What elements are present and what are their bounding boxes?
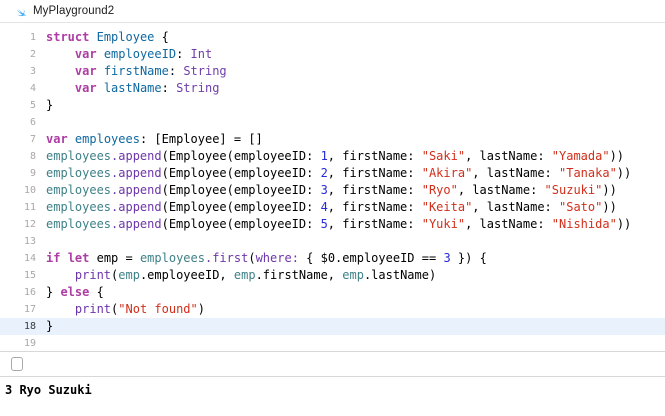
line-number[interactable]: 8 (0, 148, 36, 165)
line-number[interactable]: 17 (0, 301, 36, 318)
line-number[interactable]: 6 (0, 114, 36, 131)
code-line[interactable]: 5} (0, 97, 665, 114)
line-number[interactable]: 4 (0, 80, 36, 97)
code-line[interactable]: 14if let emp = employees.first(where: { … (0, 250, 665, 267)
line-number[interactable]: 3 (0, 63, 36, 80)
debug-bar (0, 352, 665, 376)
line-number[interactable]: 9 (0, 165, 36, 182)
line-number[interactable]: 14 (0, 250, 36, 267)
code-line[interactable]: 4 var lastName: String (0, 80, 665, 97)
code-line-text[interactable] (36, 114, 46, 131)
code-line[interactable]: 15 print(emp.employeeID, emp.firstName, … (0, 267, 665, 284)
console-output: 3 Ryo Suzuki (5, 383, 665, 397)
code-editor[interactable]: 1struct Employee {2 var employeeID: Int3… (0, 23, 665, 351)
line-number[interactable]: 19 (0, 335, 36, 351)
line-number[interactable]: 1 (0, 29, 36, 46)
swift-playground-icon (13, 5, 26, 18)
code-line-text[interactable] (36, 335, 46, 351)
code-line-text[interactable]: struct Employee { (36, 29, 169, 46)
code-line[interactable]: 1struct Employee { (0, 29, 665, 46)
code-line[interactable]: 7var employees: [Employee] = [] (0, 131, 665, 148)
titlebar: MyPlayground2 (0, 0, 665, 23)
code-line[interactable]: 16} else { (0, 284, 665, 301)
code-line[interactable]: 9employees.append(Employee(employeeID: 2… (0, 165, 665, 182)
code-line-text[interactable]: employees.append(Employee(employeeID: 5,… (36, 216, 631, 233)
code-line-text[interactable]: if let emp = employees.first(where: { $0… (36, 250, 487, 267)
code-line-text[interactable]: } else { (36, 284, 104, 301)
code-line[interactable]: 3 var firstName: String (0, 63, 665, 80)
line-number[interactable]: 16 (0, 284, 36, 301)
line-number[interactable]: 10 (0, 182, 36, 199)
code-line[interactable]: 2 var employeeID: Int (0, 46, 665, 63)
line-number[interactable]: 11 (0, 199, 36, 216)
code-line-text[interactable]: employees.append(Employee(employeeID: 2,… (36, 165, 631, 182)
code-line[interactable]: 6 (0, 114, 665, 131)
checkbox[interactable] (11, 357, 23, 371)
code-line-text[interactable]: var employees: [Employee] = [] (36, 131, 263, 148)
code-line-text[interactable]: } (36, 318, 53, 335)
line-number[interactable]: 5 (0, 97, 36, 114)
line-number[interactable]: 18 (0, 318, 36, 335)
code-line-text[interactable]: employees.append(Employee(employeeID: 1,… (36, 148, 624, 165)
code-line[interactable]: 8employees.append(Employee(employeeID: 1… (0, 148, 665, 165)
line-number[interactable]: 15 (0, 267, 36, 284)
window-title: MyPlayground2 (33, 5, 114, 17)
code-line[interactable]: 17 print("Not found") (0, 301, 665, 318)
code-line-text[interactable]: var firstName: String (36, 63, 227, 80)
code-line-text[interactable]: var lastName: String (36, 80, 219, 97)
code-line-text[interactable] (36, 233, 46, 250)
line-number[interactable]: 13 (0, 233, 36, 250)
code-line-text[interactable]: } (36, 97, 53, 114)
code-line[interactable]: 13 (0, 233, 665, 250)
code-line-text[interactable]: print("Not found") (36, 301, 205, 318)
code-line-text[interactable]: var employeeID: Int (36, 46, 212, 63)
code-lines: 1struct Employee {2 var employeeID: Int3… (0, 29, 665, 351)
code-line[interactable]: 19 (0, 335, 665, 351)
line-number[interactable]: 2 (0, 46, 36, 63)
code-line-text[interactable]: employees.append(Employee(employeeID: 4,… (36, 199, 617, 216)
line-number[interactable]: 12 (0, 216, 36, 233)
code-line-text[interactable]: employees.append(Employee(employeeID: 3,… (36, 182, 617, 199)
code-line[interactable]: 12employees.append(Employee(employeeID: … (0, 216, 665, 233)
line-number[interactable]: 7 (0, 131, 36, 148)
xcode-playground-window: MyPlayground2 1struct Employee {2 var em… (0, 0, 665, 416)
console-area[interactable]: 3 Ryo Suzuki (0, 377, 665, 416)
code-line[interactable]: 10employees.append(Employee(employeeID: … (0, 182, 665, 199)
swift-bird-path (16, 8, 25, 15)
code-line[interactable]: 11employees.append(Employee(employeeID: … (0, 199, 665, 216)
code-line[interactable]: 18} (0, 318, 665, 335)
code-line-text[interactable]: print(emp.employeeID, emp.firstName, emp… (36, 267, 436, 284)
